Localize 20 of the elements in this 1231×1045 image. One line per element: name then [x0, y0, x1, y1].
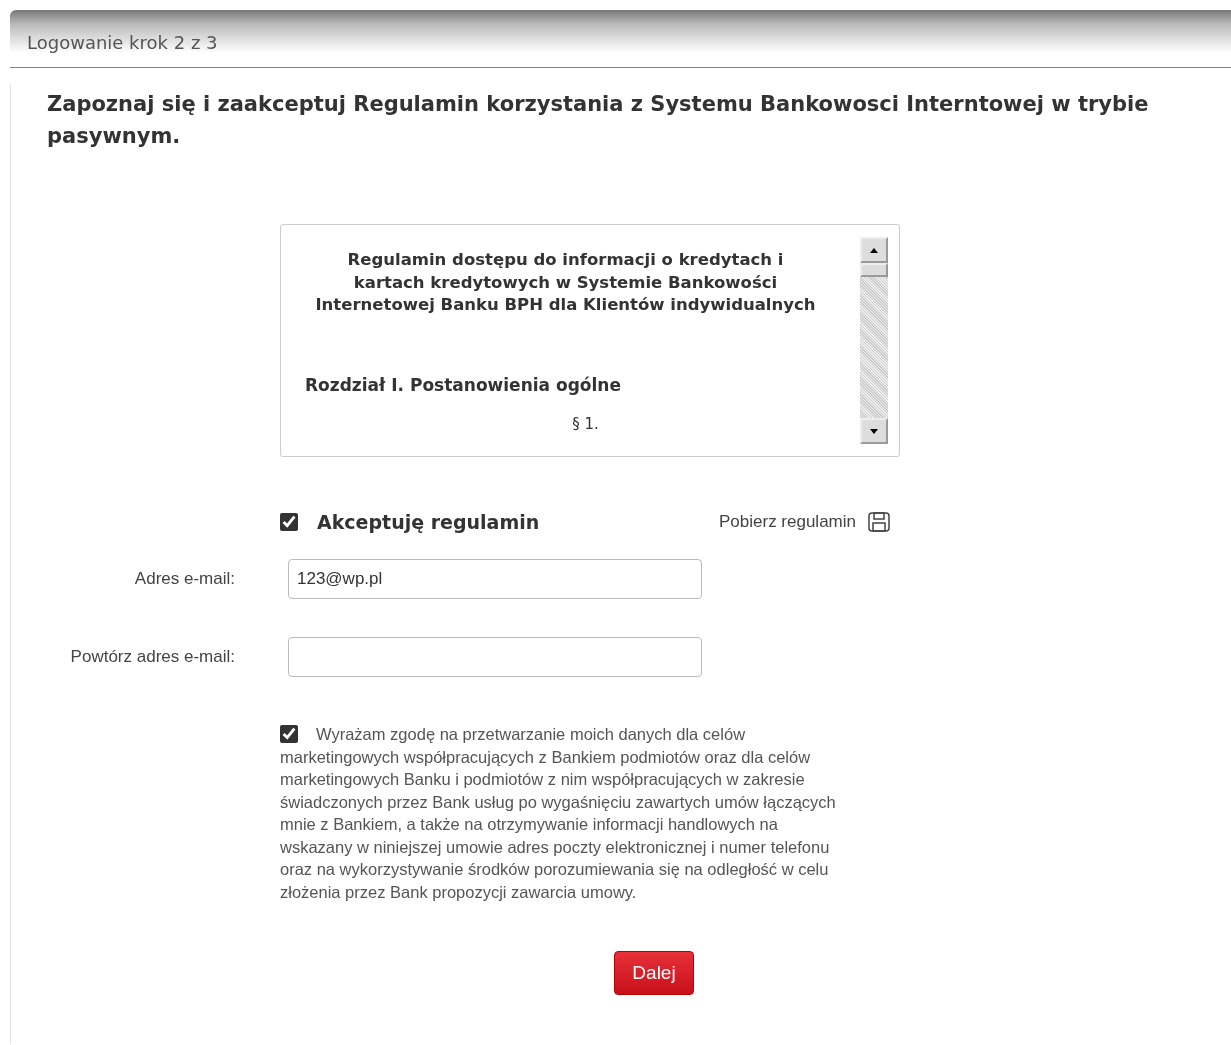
field-label: Powtórz adres e-mail: — [69, 647, 235, 667]
chapter-title: Rozdział I. Postanowienia ogólne — [305, 374, 622, 395]
email-field[interactable]: 123@wp.pl — [288, 559, 702, 599]
field-label: Adres e-mail: — [133, 569, 235, 589]
next-button[interactable]: Dalej — [614, 951, 694, 995]
terms-title: Regulamin dostępu do informacji o kredytach i kartach kredytowych w Systemie Bankowości Internetowej Banku BPH dla Klientów indywidualnych — [314, 249, 817, 316]
accept-label: Akceptuję regulamin — [317, 511, 540, 533]
scroll-thumb[interactable] — [860, 263, 888, 277]
consent-text: Wyrażam zgodę na przetwarzanie moich danych dla celów marketingowych współpracujących z Bankiem podmiotów oraz dla celów marketingowych Banku i podmiotów z nim współpracujących w zakresie świadczonych przez Bank usług po wygaśnięciu zawartych umów łączących mnie z Bankiem, a także na otrzymywanie informacji handlowych na wskazany w niniejszej umowie adres poczty elektronicznej i numer telefonu oraz na wykorzystywanie środków porozumiewania się na odległość w celu złożenia przez Bank propozycji zawarcia umowy. — [280, 724, 837, 903]
consent-checkbox[interactable] — [280, 725, 298, 743]
download-link[interactable]: Pobierz regulamin — [719, 512, 856, 532]
email-field[interactable] — [288, 637, 702, 677]
scroll-up-icon[interactable] — [860, 237, 888, 263]
page-heading: Zapoznaj się i zaakceptuj Regulamin korzystania z Systemu Bankowosci Interntowej w trybie pasywnym. — [47, 91, 1150, 150]
save-icon[interactable] — [868, 512, 890, 532]
step-title: Logowanie krok 2 z 3 — [27, 32, 218, 53]
accept-checkbox[interactable] — [280, 513, 298, 531]
paragraph-number: § 1. — [571, 414, 600, 433]
scrollbar[interactable] — [860, 237, 888, 444]
scroll-down-icon[interactable] — [860, 418, 888, 444]
